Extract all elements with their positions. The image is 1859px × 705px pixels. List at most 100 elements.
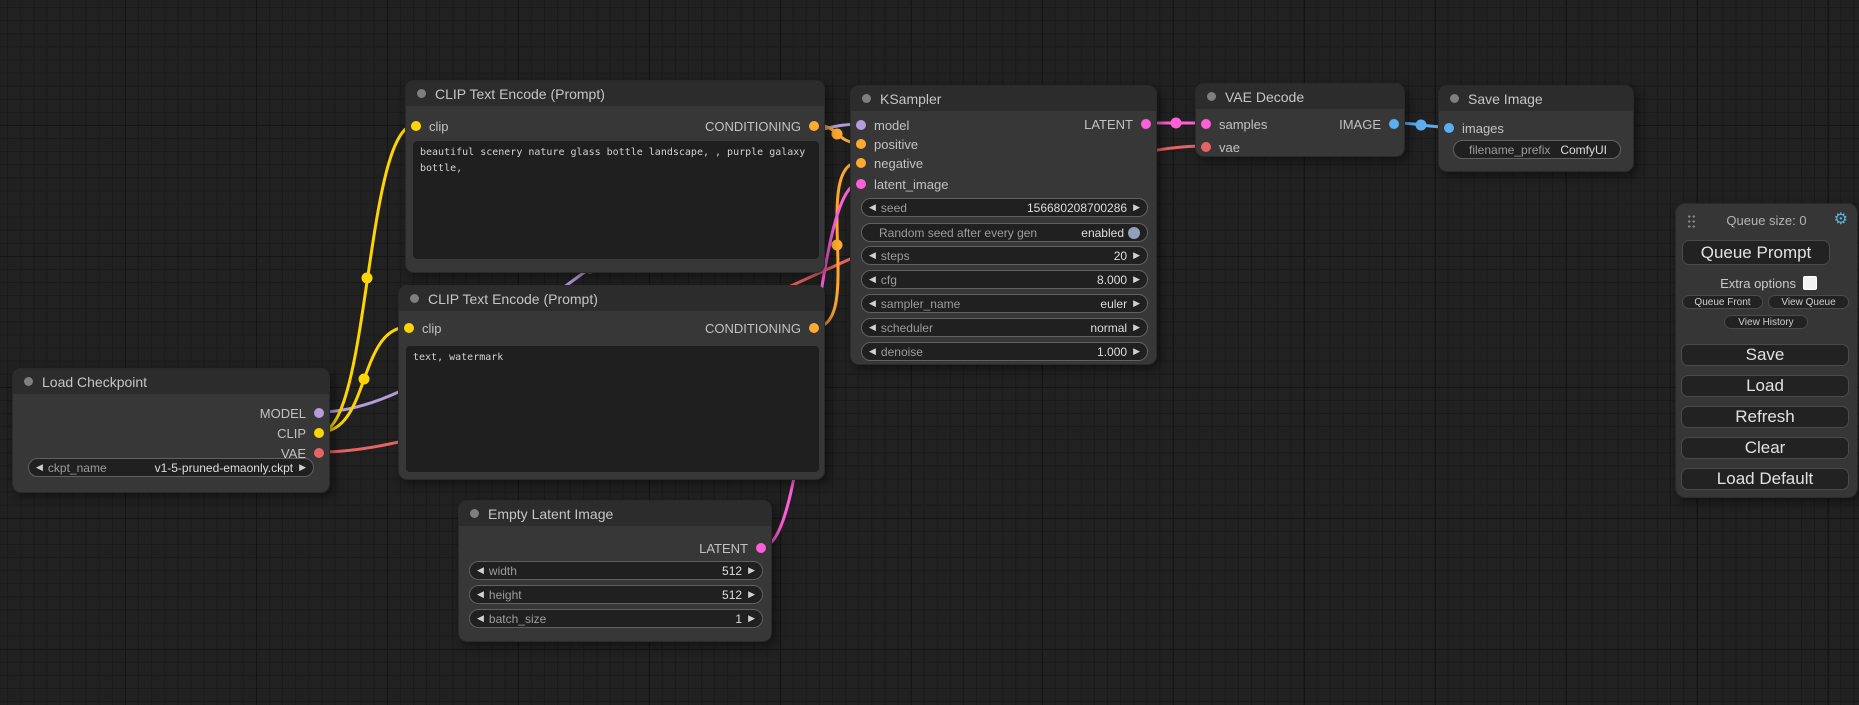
output-slot-conditioning[interactable]: CONDITIONING bbox=[705, 320, 819, 336]
input-slot-model[interactable]: model bbox=[856, 117, 909, 133]
increment-arrow-icon[interactable]: ▶ bbox=[748, 614, 755, 623]
cfg-widget[interactable]: ◀ cfg 8.000 ▶ bbox=[861, 270, 1148, 289]
output-slot-conditioning[interactable]: CONDITIONING bbox=[705, 118, 819, 134]
node-title-bar[interactable]: CLIP Text Encode (Prompt) bbox=[399, 286, 824, 311]
collapse-dot-icon[interactable] bbox=[470, 509, 479, 518]
increment-arrow-icon[interactable]: ▶ bbox=[1133, 299, 1140, 308]
model-port-dot[interactable] bbox=[314, 408, 324, 418]
increment-arrow-icon[interactable]: ▶ bbox=[1133, 203, 1140, 212]
queue-front-button[interactable]: Queue Front bbox=[1682, 295, 1763, 309]
input-slot-clip[interactable]: clip bbox=[411, 118, 449, 134]
conditioning-port-dot[interactable] bbox=[856, 158, 866, 168]
toggle-on-icon[interactable] bbox=[1128, 227, 1140, 239]
image-port-dot[interactable] bbox=[1444, 123, 1454, 133]
clear-button[interactable]: Clear bbox=[1681, 437, 1849, 459]
clip-port-dot[interactable] bbox=[411, 121, 421, 131]
steps-widget[interactable]: ◀ steps 20 ▶ bbox=[861, 246, 1148, 265]
decrement-arrow-icon[interactable]: ◀ bbox=[477, 590, 484, 599]
collapse-dot-icon[interactable] bbox=[1450, 94, 1459, 103]
output-slot-latent[interactable]: LATENT bbox=[1084, 116, 1151, 132]
output-slot-image[interactable]: IMAGE bbox=[1339, 116, 1399, 132]
input-slot-positive[interactable]: positive bbox=[856, 136, 918, 152]
batch-size-widget[interactable]: ◀ batch_size 1 ▶ bbox=[469, 609, 763, 628]
output-slot-model[interactable]: MODEL bbox=[260, 405, 324, 421]
input-slot-samples[interactable]: samples bbox=[1201, 116, 1267, 132]
node-title-bar[interactable]: KSampler bbox=[851, 86, 1156, 111]
input-slot-images[interactable]: images bbox=[1444, 120, 1504, 136]
decrement-arrow-icon[interactable]: ◀ bbox=[869, 251, 876, 260]
load-default-button[interactable]: Load Default bbox=[1681, 468, 1849, 490]
negative-prompt-textarea[interactable]: text, watermark bbox=[406, 346, 819, 472]
gear-icon[interactable]: ⚙ bbox=[1834, 211, 1848, 229]
latent-port-dot[interactable] bbox=[756, 543, 766, 553]
input-slot-clip[interactable]: clip bbox=[404, 320, 442, 336]
decrement-arrow-icon[interactable]: ◀ bbox=[869, 275, 876, 284]
input-slot-latent-image[interactable]: latent_image bbox=[856, 176, 948, 192]
model-port-dot[interactable] bbox=[856, 120, 866, 130]
clip-port-dot[interactable] bbox=[404, 323, 414, 333]
node-title-bar[interactable]: Save Image bbox=[1439, 86, 1633, 111]
ckpt-name-widget[interactable]: ◀ ckpt_name v1-5-pruned-emaonly.ckpt ▶ bbox=[28, 458, 314, 477]
latent-port-dot[interactable] bbox=[1201, 119, 1211, 129]
load-button[interactable]: Load bbox=[1681, 375, 1849, 397]
increment-arrow-icon[interactable]: ▶ bbox=[748, 566, 755, 575]
filename-prefix-widget[interactable]: filename_prefix ComfyUI bbox=[1453, 140, 1621, 159]
node-title-bar[interactable]: CLIP Text Encode (Prompt) bbox=[406, 81, 824, 106]
node-empty-latent-image[interactable]: Empty Latent Image LATENT ◀ width 512 ▶ … bbox=[458, 500, 772, 642]
input-slot-vae[interactable]: vae bbox=[1201, 139, 1240, 155]
positive-prompt-textarea[interactable]: beautiful scenery nature glass bottle la… bbox=[413, 141, 819, 259]
queue-prompt-button[interactable]: Queue Prompt bbox=[1682, 240, 1830, 265]
sampler-name-widget[interactable]: ◀ sampler_name euler ▶ bbox=[861, 294, 1148, 313]
vae-port-dot[interactable] bbox=[314, 448, 324, 458]
conditioning-port-dot[interactable] bbox=[809, 323, 819, 333]
decrement-arrow-icon[interactable]: ◀ bbox=[869, 347, 876, 356]
node-clip-text-encode-negative[interactable]: CLIP Text Encode (Prompt) clip CONDITION… bbox=[398, 285, 825, 480]
image-port-dot[interactable] bbox=[1389, 119, 1399, 129]
input-slot-negative[interactable]: negative bbox=[856, 155, 923, 171]
extra-options-checkbox[interactable] bbox=[1803, 276, 1817, 290]
increment-arrow-icon[interactable]: ▶ bbox=[1133, 347, 1140, 356]
decrement-arrow-icon[interactable]: ◀ bbox=[477, 566, 484, 575]
decrement-arrow-icon[interactable]: ◀ bbox=[36, 463, 43, 472]
view-history-button[interactable]: View History bbox=[1724, 315, 1808, 329]
collapse-dot-icon[interactable] bbox=[410, 294, 419, 303]
seed-widget[interactable]: ◀ seed 156680208700286 ▶ bbox=[861, 198, 1148, 217]
increment-arrow-icon[interactable]: ▶ bbox=[748, 590, 755, 599]
conditioning-port-dot[interactable] bbox=[856, 139, 866, 149]
latent-port-dot[interactable] bbox=[1141, 119, 1151, 129]
clip-port-dot[interactable] bbox=[314, 428, 324, 438]
increment-arrow-icon[interactable]: ▶ bbox=[1133, 323, 1140, 332]
save-button[interactable]: Save bbox=[1681, 344, 1849, 366]
decrement-arrow-icon[interactable]: ◀ bbox=[477, 614, 484, 623]
node-title-bar[interactable]: VAE Decode bbox=[1196, 84, 1404, 109]
node-load-checkpoint[interactable]: Load Checkpoint MODEL CLIP VAE ◀ ckpt_na… bbox=[12, 368, 330, 493]
height-widget[interactable]: ◀ height 512 ▶ bbox=[469, 585, 763, 604]
output-slot-clip[interactable]: CLIP bbox=[277, 425, 324, 441]
collapse-dot-icon[interactable] bbox=[24, 377, 33, 386]
increment-arrow-icon[interactable]: ▶ bbox=[1133, 275, 1140, 284]
conditioning-port-dot[interactable] bbox=[809, 121, 819, 131]
collapse-dot-icon[interactable] bbox=[417, 89, 426, 98]
increment-arrow-icon[interactable]: ▶ bbox=[1133, 251, 1140, 260]
decrement-arrow-icon[interactable]: ◀ bbox=[869, 203, 876, 212]
node-title-bar[interactable]: Empty Latent Image bbox=[459, 501, 771, 526]
node-save-image[interactable]: Save Image images filename_prefix ComfyU… bbox=[1438, 85, 1634, 172]
width-widget[interactable]: ◀ width 512 ▶ bbox=[469, 561, 763, 580]
refresh-button[interactable]: Refresh bbox=[1681, 406, 1849, 428]
random-seed-toggle-widget[interactable]: Random seed after every gen enabled bbox=[861, 223, 1148, 242]
scheduler-widget[interactable]: ◀ scheduler normal ▶ bbox=[861, 318, 1148, 337]
output-slot-latent[interactable]: LATENT bbox=[699, 540, 766, 556]
collapse-dot-icon[interactable] bbox=[862, 94, 871, 103]
decrement-arrow-icon[interactable]: ◀ bbox=[869, 299, 876, 308]
view-queue-button[interactable]: View Queue bbox=[1768, 295, 1849, 309]
denoise-widget[interactable]: ◀ denoise 1.000 ▶ bbox=[861, 342, 1148, 361]
collapse-dot-icon[interactable] bbox=[1207, 92, 1216, 101]
decrement-arrow-icon[interactable]: ◀ bbox=[869, 323, 876, 332]
node-clip-text-encode-positive[interactable]: CLIP Text Encode (Prompt) clip CONDITION… bbox=[405, 80, 825, 273]
latent-port-dot[interactable] bbox=[856, 179, 866, 189]
vae-port-dot[interactable] bbox=[1201, 142, 1211, 152]
node-vae-decode[interactable]: VAE Decode samples vae IMAGE bbox=[1195, 83, 1405, 157]
increment-arrow-icon[interactable]: ▶ bbox=[299, 463, 306, 472]
node-ksampler[interactable]: KSampler model positive negative latent_… bbox=[850, 85, 1157, 365]
node-title-bar[interactable]: Load Checkpoint bbox=[13, 369, 329, 394]
